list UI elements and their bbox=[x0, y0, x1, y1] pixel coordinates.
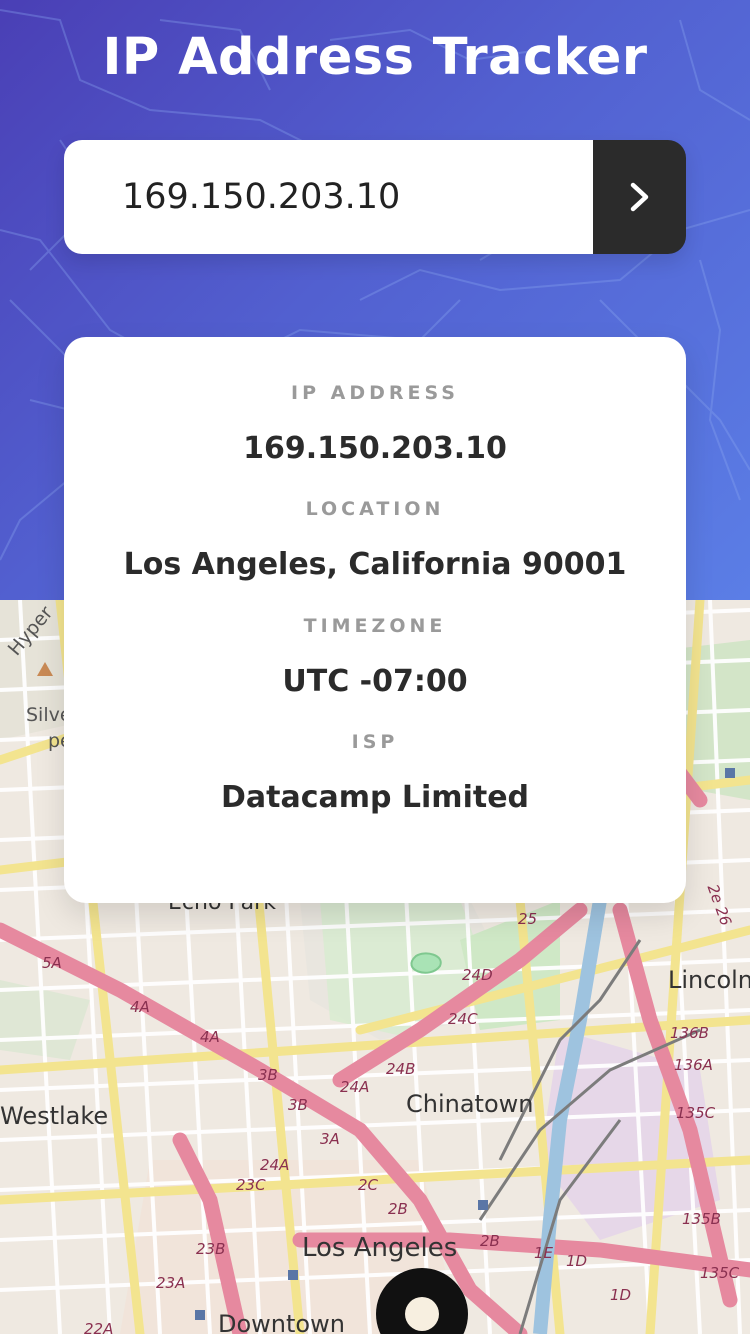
exit-label: 25 bbox=[518, 910, 538, 928]
timezone-label: TIMEZONE bbox=[303, 615, 447, 637]
exit-label: 2C bbox=[358, 1176, 379, 1194]
search-submit-button[interactable] bbox=[593, 140, 686, 254]
exit-label: 23C bbox=[236, 1176, 266, 1194]
map-label-chinatown: Chinatown bbox=[406, 1090, 534, 1118]
exit-label: 135B bbox=[682, 1210, 721, 1228]
exit-label: 24A bbox=[340, 1078, 370, 1096]
app-screen: Hyper Silve pe Echo Park Lincoln Westlak… bbox=[0, 0, 750, 1334]
exit-label: 24D bbox=[462, 966, 493, 984]
map-label-lincoln: Lincoln bbox=[668, 966, 750, 994]
exit-label: 136B bbox=[670, 1024, 709, 1042]
exit-label: 3B bbox=[258, 1066, 278, 1084]
ip-search-form bbox=[64, 140, 686, 254]
ip-info-card: IP ADDRESS 169.150.203.10 LOCATION Los A… bbox=[64, 337, 686, 903]
exit-label: 4A bbox=[130, 998, 150, 1016]
exit-label: 1D bbox=[610, 1286, 632, 1304]
ip-address-label: IP ADDRESS bbox=[291, 382, 459, 404]
map-label-los-angeles: Los Angeles bbox=[302, 1233, 458, 1263]
isp-label: ISP bbox=[351, 731, 399, 753]
exit-label: 135C bbox=[676, 1104, 716, 1122]
exit-label: 1D bbox=[566, 1252, 588, 1270]
exit-label: 24C bbox=[448, 1010, 478, 1028]
exit-label: 3B bbox=[288, 1096, 308, 1114]
chevron-right-icon bbox=[630, 182, 648, 212]
isp-value: Datacamp Limited bbox=[220, 780, 530, 815]
exit-label: 4A bbox=[200, 1028, 220, 1046]
exit-label: 23A bbox=[156, 1274, 186, 1292]
page-title: IP Address Tracker bbox=[102, 28, 648, 87]
location-label: LOCATION bbox=[305, 498, 445, 520]
timezone-value: UTC -07:00 bbox=[282, 664, 468, 699]
exit-label: 22A bbox=[84, 1320, 114, 1334]
ip-address-value: 169.150.203.10 bbox=[243, 431, 507, 466]
exit-label: 2B bbox=[480, 1232, 500, 1250]
exit-label: 2B bbox=[388, 1200, 408, 1218]
exit-label: 23B bbox=[196, 1240, 226, 1258]
location-value: Los Angeles, California 90001 bbox=[123, 547, 627, 582]
map-label-westlake: Westlake bbox=[0, 1102, 109, 1130]
exit-label: 135C bbox=[700, 1264, 740, 1282]
exit-label: 3A bbox=[320, 1130, 340, 1148]
ip-search-input[interactable] bbox=[64, 140, 593, 254]
map-label-downtown: Downtown bbox=[218, 1310, 345, 1334]
exit-label: 24A bbox=[260, 1156, 290, 1174]
exit-label: 5A bbox=[42, 954, 62, 972]
exit-label: 1E bbox=[534, 1244, 554, 1262]
exit-label: 136A bbox=[674, 1056, 713, 1074]
exit-label: 24B bbox=[386, 1060, 416, 1078]
